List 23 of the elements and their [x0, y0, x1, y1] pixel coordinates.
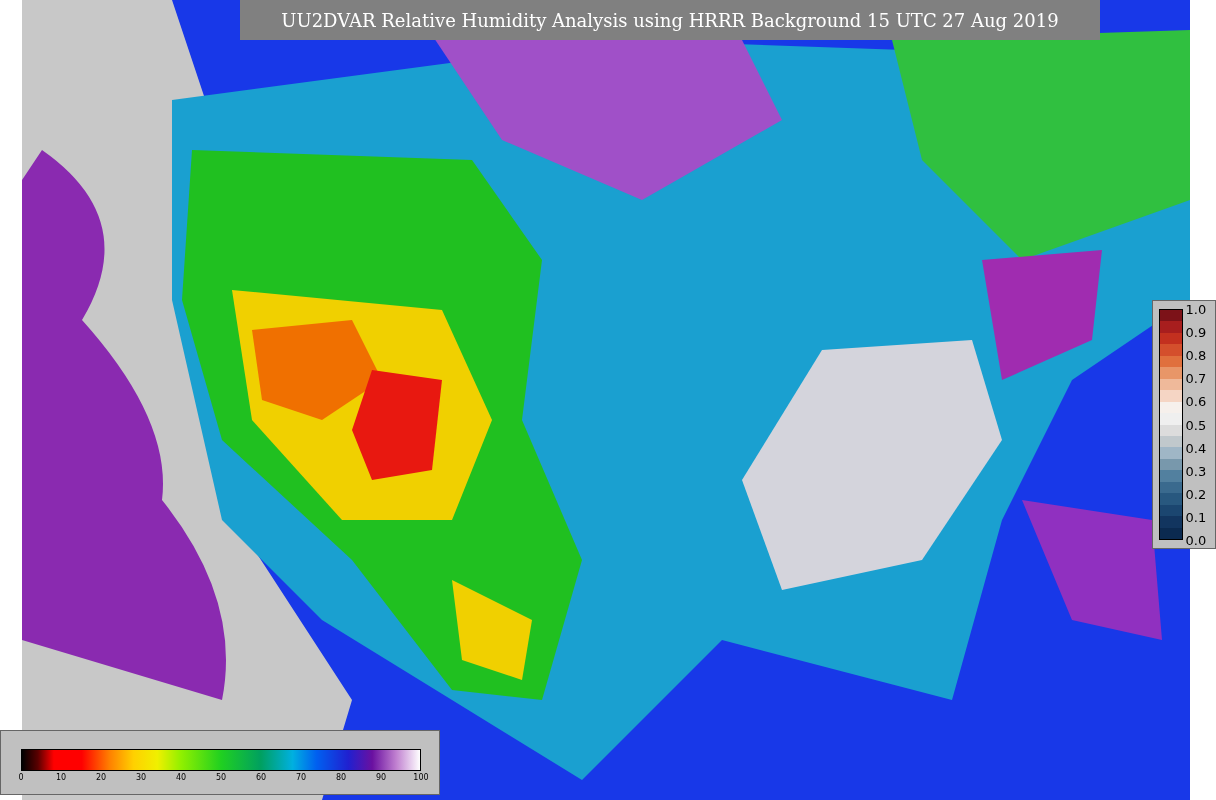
colorbar-tick-label: 20: [95, 774, 107, 782]
map-title: UU2DVAR Relative Humidity Analysis using HRRR Background 15 UTC 27 Aug 2019: [240, 0, 1100, 40]
colorbar-tick-label: 0.5: [1185, 418, 1207, 431]
colorbar-tick-label: 80: [335, 774, 347, 782]
colorbar-tick-label: 10: [55, 774, 67, 782]
colorbar-tick-label: 0.8: [1185, 348, 1207, 362]
colorbar-tick-label: 0.9: [1185, 325, 1207, 339]
colorbar-tick-label: 30: [135, 774, 147, 782]
colorbar-tick-label: 70: [295, 774, 307, 782]
colorbar-tick-label: 0.6: [1185, 394, 1207, 408]
colorbar-tick-label: 0.7: [1185, 371, 1207, 385]
colorbar-tick-label: 0.4: [1185, 441, 1207, 455]
colorbar-tick-label: 0: [18, 774, 24, 782]
colorbar-tick-label: 50: [215, 774, 227, 782]
colorbar-tick-label: 0.3: [1185, 464, 1207, 478]
colorbar-tick-label: 40: [175, 774, 187, 782]
colorbar-tick-label: 0.1: [1185, 510, 1207, 524]
colorbar-tick-label: 0.2: [1185, 487, 1207, 501]
colorbar-tick-label: 1.0: [1185, 302, 1207, 316]
colorbar-tick-label: 60: [255, 774, 267, 782]
colorbar-tick-label: 0.0: [1185, 533, 1207, 547]
colorbar-tick-label: 90: [375, 774, 387, 782]
colorbar-tick-label: 100: [413, 774, 429, 782]
